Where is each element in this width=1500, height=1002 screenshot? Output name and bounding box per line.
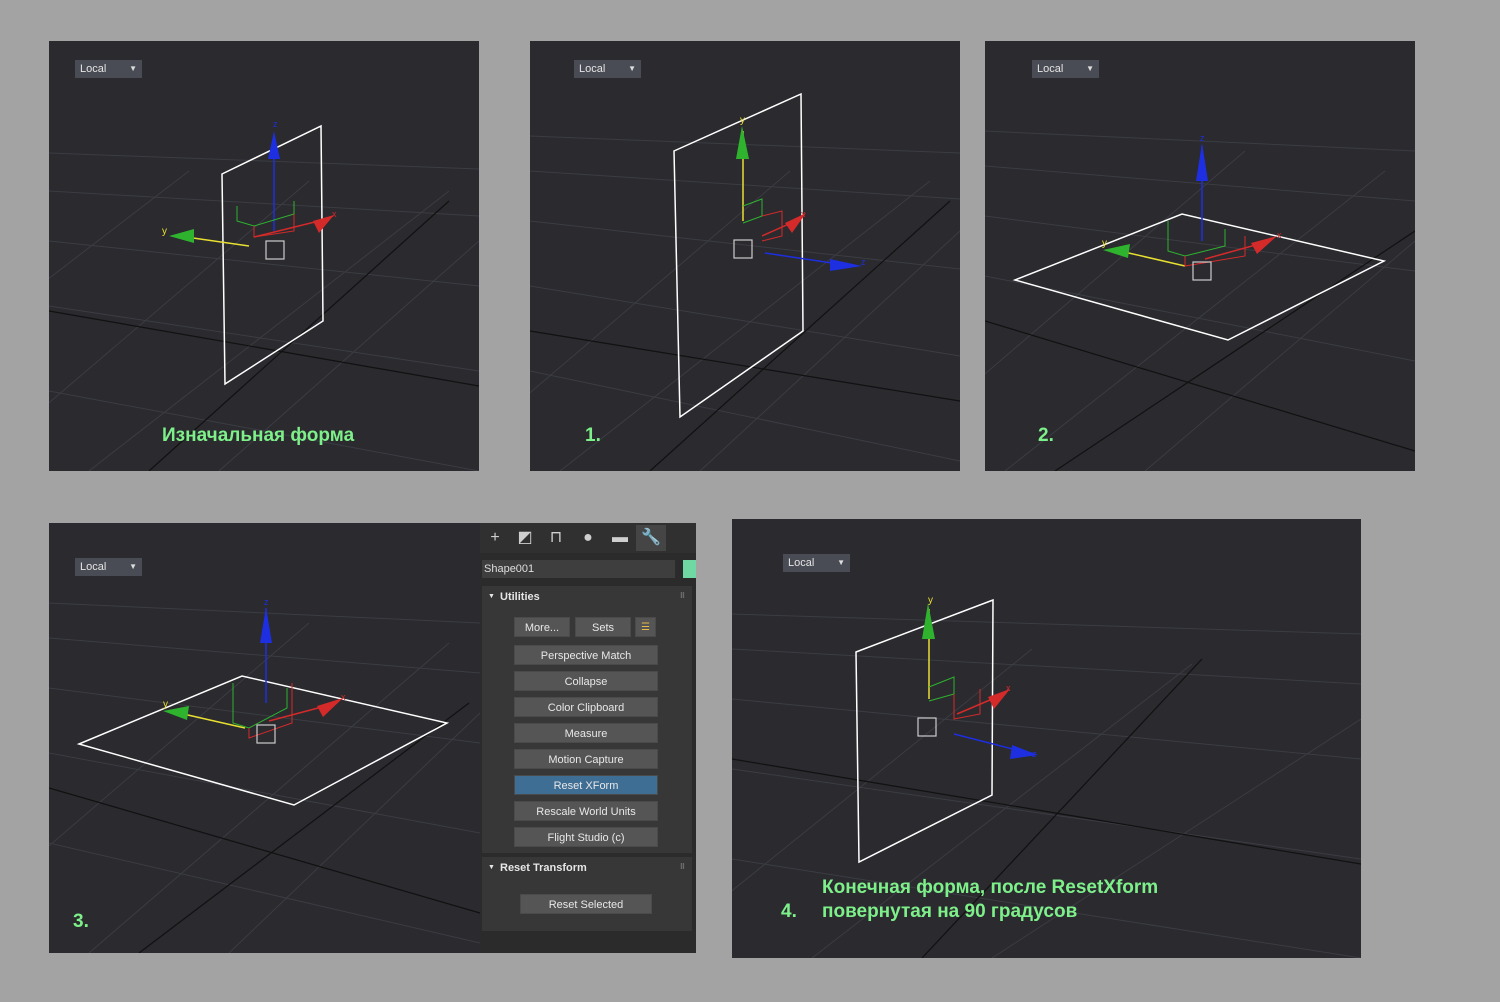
viewport-grid: y x z — [530, 92, 960, 471]
svg-text:z: z — [264, 597, 269, 607]
shape-outline — [855, 598, 994, 864]
viewport-grid: z y x — [985, 130, 1415, 471]
collapse-triangle-icon: ▼ — [488, 864, 495, 871]
sets-button[interactable]: Sets — [575, 617, 631, 637]
svg-text:z: z — [861, 257, 866, 267]
viewport-grid: z y x — [49, 597, 480, 953]
svg-text:x: x — [1277, 230, 1282, 240]
hierarchy-icon[interactable]: ⊓ — [541, 525, 571, 551]
viewport-step-1[interactable]: y x z Local ▼ 1. — [530, 41, 960, 471]
viewport-caption-number: 4. — [781, 901, 797, 922]
modify-icon[interactable]: ◩ — [510, 525, 540, 551]
collapse-triangle-icon: ▼ — [488, 593, 495, 600]
chevron-down-icon: ▼ — [1086, 64, 1094, 73]
coordinate-system-dropdown[interactable]: Local ▼ — [75, 558, 142, 576]
viewport-caption: 3. — [73, 911, 89, 932]
reset-selected-button[interactable]: Reset Selected — [520, 894, 652, 914]
motion-icon[interactable]: ● — [573, 525, 603, 551]
chevron-down-icon: ▼ — [129, 562, 137, 571]
viewport-step-2[interactable]: z y x Local ▼ 2. — [985, 41, 1415, 471]
shape-outline — [1012, 213, 1387, 341]
reset-transform-rollout: ▼ Reset Transform ⠿ Reset Selected — [482, 857, 692, 931]
svg-text:x: x — [801, 209, 806, 219]
utilities-icon[interactable]: 🔧 — [636, 525, 666, 551]
color-clipboard-button[interactable]: Color Clipboard — [514, 697, 658, 717]
display-icon[interactable]: ▬ — [605, 525, 635, 551]
create-icon[interactable]: + — [480, 525, 510, 551]
object-name-field[interactable]: Shape001 — [482, 560, 675, 578]
chevron-down-icon: ▼ — [129, 64, 137, 73]
coordinate-system-dropdown[interactable]: Local ▼ — [1032, 60, 1099, 78]
svg-text:y: y — [928, 595, 933, 606]
viewport-caption: 2. — [1038, 425, 1054, 446]
shape-outline — [76, 675, 450, 806]
chevron-down-icon: ▼ — [628, 64, 636, 73]
command-panel-tabs: + ◩ ⊓ ● ▬ 🔧 — [480, 523, 696, 553]
transform-gizmo: z y x — [162, 119, 337, 260]
svg-text:x: x — [332, 209, 337, 219]
coordinate-system-dropdown[interactable]: Local ▼ — [75, 60, 142, 78]
viewport-caption: Изначальная форма — [162, 425, 355, 446]
rescale-world-units-button[interactable]: Rescale World Units — [514, 801, 658, 821]
command-panel: + ◩ ⊓ ● ▬ 🔧 Shape001 ▼ Utilities ⠿ More.… — [480, 523, 696, 953]
viewport-step-3[interactable]: z y x Local ▼ 3. — [49, 523, 480, 953]
svg-text:y: y — [740, 115, 745, 126]
reset-transform-rollout-header[interactable]: ▼ Reset Transform ⠿ — [482, 857, 692, 879]
svg-text:x: x — [1006, 683, 1011, 693]
viewport-grid: z y x — [49, 119, 479, 471]
svg-text:y: y — [162, 226, 167, 237]
viewport-caption-line-1: Конечная форма, после ResetXform — [822, 877, 1159, 898]
transform-gizmo: y x z — [917, 595, 1038, 759]
coordinate-system-dropdown[interactable]: Local ▼ — [783, 554, 850, 572]
motion-capture-button[interactable]: Motion Capture — [514, 749, 658, 769]
viewport-caption: 1. — [585, 425, 601, 446]
svg-text:y: y — [163, 699, 168, 710]
configure-button-sets-icon[interactable]: ☰ — [635, 617, 656, 637]
svg-text:z: z — [273, 119, 278, 129]
utilities-rollout: ▼ Utilities ⠿ More... Sets ☰ Perspective… — [482, 586, 692, 853]
transform-gizmo: z y x — [1102, 133, 1282, 281]
svg-text:y: y — [1102, 238, 1107, 249]
object-color-swatch[interactable] — [683, 560, 696, 578]
collapse-button[interactable]: Collapse — [514, 671, 658, 691]
chevron-down-icon: ▼ — [837, 558, 845, 567]
drag-grip-icon[interactable]: ⠿ — [680, 857, 685, 879]
more-button[interactable]: More... — [514, 617, 570, 637]
viewport-step-4-final[interactable]: y x z Local ▼ 4. Конечная форма, после Re… — [732, 519, 1361, 958]
viewport-initial-shape[interactable]: z y x Local ▼ Изначальная форма — [49, 41, 479, 471]
svg-text:z: z — [1200, 133, 1205, 143]
utilities-rollout-header[interactable]: ▼ Utilities ⠿ — [482, 586, 692, 608]
flight-studio-button[interactable]: Flight Studio (c) — [514, 827, 658, 847]
coordinate-system-dropdown[interactable]: Local ▼ — [574, 60, 641, 78]
drag-grip-icon[interactable]: ⠿ — [680, 586, 685, 608]
svg-text:z: z — [1032, 749, 1037, 759]
perspective-match-button[interactable]: Perspective Match — [514, 645, 658, 665]
viewport-caption-line-2: повернутая на 90 градусов — [822, 901, 1078, 922]
measure-button[interactable]: Measure — [514, 723, 658, 743]
reset-xform-button[interactable]: Reset XForm — [514, 775, 658, 795]
transform-gizmo: y x z — [733, 115, 866, 271]
svg-text:x: x — [341, 692, 346, 702]
